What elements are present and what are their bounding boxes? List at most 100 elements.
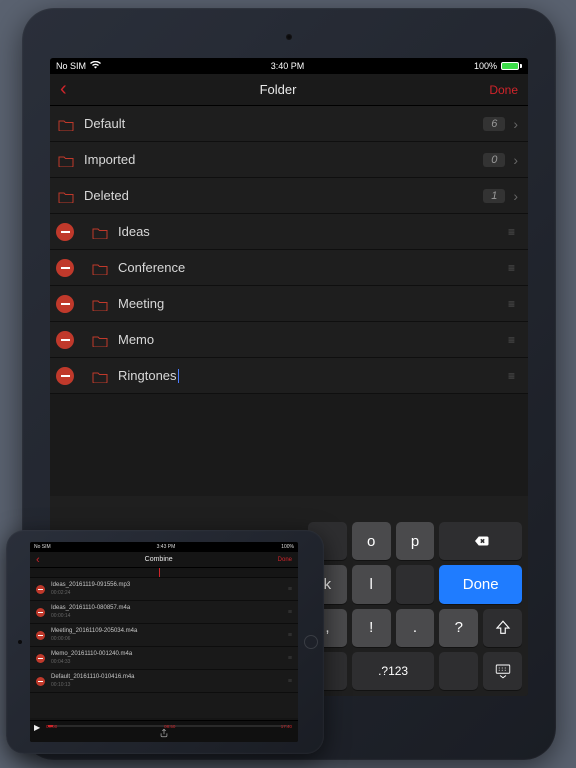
folder-row-imported[interactable]: Imported 0 › [50, 142, 528, 178]
play-button[interactable]: ▶︎ [34, 723, 40, 732]
drag-handle-icon[interactable]: ≡ [288, 609, 292, 616]
delete-button[interactable] [56, 223, 74, 241]
folder-icon [92, 334, 108, 346]
home-button[interactable] [304, 635, 318, 649]
player-bar: ▶︎ 00:00 08:50 17:40 [30, 720, 298, 742]
folder-row-ringtones[interactable]: Ringtones ≡ [50, 358, 528, 394]
file-name: Memo_20161110-001240.m4a [51, 651, 288, 658]
folder-row-conference[interactable]: Conference ≡ [50, 250, 528, 286]
folder-label[interactable]: Meeting [118, 296, 508, 311]
folder-row-meeting[interactable]: Meeting ≡ [50, 286, 528, 322]
folder-icon [92, 226, 108, 238]
done-button[interactable]: Done [489, 83, 518, 97]
folder-label: Imported [84, 152, 483, 167]
folder-row-deleted[interactable]: Deleted 1 › [50, 178, 528, 214]
key-l[interactable]: l [352, 565, 391, 603]
chevron-right-icon: › [513, 188, 518, 204]
key-blank[interactable] [439, 652, 478, 690]
file-name: Meeting_20161109-205034.m4a [51, 628, 288, 635]
folder-icon [92, 262, 108, 274]
folder-row-default[interactable]: Default 6 › [50, 106, 528, 142]
file-name: Ideas_20161110-080857.m4a [51, 605, 288, 612]
folder-label[interactable]: Conference [118, 260, 508, 275]
delete-button[interactable] [36, 608, 45, 617]
file-row[interactable]: Default_20161110-010416.m4a00:10:13 ≡ [30, 670, 298, 693]
folder-icon [58, 154, 74, 166]
folder-label[interactable]: Ideas [118, 224, 508, 239]
count-badge: 0 [483, 153, 505, 167]
key-exclaim[interactable]: ! [352, 609, 391, 647]
back-button[interactable]: ‹ [36, 554, 40, 566]
drag-handle-icon[interactable]: ≡ [508, 369, 514, 383]
file-duration: 00:04:33 [51, 659, 288, 665]
progress-bar[interactable]: 00:00 08:50 17:40 [48, 725, 290, 727]
delete-button[interactable] [36, 585, 45, 594]
key-numbers[interactable]: .?123 [352, 652, 435, 690]
chevron-right-icon: › [513, 116, 518, 132]
key-o[interactable]: o [352, 522, 391, 560]
nav-bar: ‹ Combine Done [30, 552, 298, 568]
drag-handle-icon[interactable]: ≡ [288, 655, 292, 662]
front-camera [18, 640, 22, 644]
ipad-landscape-frame: No SIM 3:43 PM 100% ‹ Combine Done Ideas… [6, 530, 324, 754]
file-duration: 00:10:13 [51, 682, 288, 688]
delete-button[interactable] [36, 654, 45, 663]
folder-label-editing[interactable]: Ringtones [118, 368, 508, 384]
folder-label: Default [84, 116, 483, 131]
drag-handle-icon[interactable]: ≡ [508, 261, 514, 275]
landscape-screen: No SIM 3:43 PM 100% ‹ Combine Done Ideas… [30, 542, 298, 742]
front-camera [286, 34, 292, 40]
drag-handle-icon[interactable]: ≡ [508, 297, 514, 311]
folder-row-ideas[interactable]: Ideas ≡ [50, 214, 528, 250]
done-button[interactable]: Done [278, 557, 292, 563]
file-duration: 00:02:24 [51, 590, 288, 596]
carrier-label: No SIM [34, 544, 51, 550]
back-button[interactable]: ‹ [60, 78, 67, 101]
delete-button[interactable] [56, 367, 74, 385]
timeline-ruler[interactable] [30, 568, 298, 578]
drag-handle-icon[interactable]: ≡ [288, 586, 292, 593]
count-badge: 1 [483, 189, 505, 203]
file-row[interactable]: Ideas_20161110-080857.m4a00:00:14 ≡ [30, 601, 298, 624]
drag-handle-icon[interactable]: ≡ [288, 632, 292, 639]
status-bar: No SIM 3:40 PM 100% [50, 58, 528, 74]
text-cursor [178, 369, 180, 383]
delete-button[interactable] [36, 631, 45, 640]
file-name: Ideas_20161119-091556.mp3 [51, 582, 288, 589]
key-backspace[interactable] [439, 522, 522, 560]
key-question[interactable]: ? [439, 609, 478, 647]
page-title: Folder [260, 82, 297, 97]
key-done[interactable]: Done [439, 565, 522, 603]
file-row[interactable]: Ideas_20161119-091556.mp300:02:24 ≡ [30, 578, 298, 601]
key-hide-keyboard[interactable] [483, 652, 522, 690]
file-row[interactable]: Memo_20161110-001240.m4a00:04:33 ≡ [30, 647, 298, 670]
delete-button[interactable] [56, 295, 74, 313]
carrier-label: No SIM [56, 61, 86, 71]
chevron-right-icon: › [513, 152, 518, 168]
drag-handle-icon[interactable]: ≡ [508, 333, 514, 347]
drag-handle-icon[interactable]: ≡ [508, 225, 514, 239]
folder-label[interactable]: Memo [118, 332, 508, 347]
count-badge: 6 [483, 117, 505, 131]
folder-icon [58, 118, 74, 130]
key-blank[interactable] [396, 565, 435, 603]
drag-handle-icon[interactable]: ≡ [288, 678, 292, 685]
file-row[interactable]: Meeting_20161109-205034.m4a00:00:06 ≡ [30, 624, 298, 647]
clock: 3:40 PM [271, 61, 305, 71]
file-list: Ideas_20161119-091556.mp300:02:24 ≡ Idea… [30, 578, 298, 718]
clock: 3:43 PM [157, 544, 176, 550]
delete-button[interactable] [36, 677, 45, 686]
folder-icon [92, 298, 108, 310]
key-p[interactable]: p [396, 522, 435, 560]
battery-percent: 100% [474, 61, 497, 71]
status-bar: No SIM 3:43 PM 100% [30, 542, 298, 552]
delete-button[interactable] [56, 259, 74, 277]
battery-icon [501, 62, 522, 70]
folder-row-memo[interactable]: Memo ≡ [50, 322, 528, 358]
nav-bar: ‹ Folder Done [50, 74, 528, 106]
key-shift[interactable] [483, 609, 522, 647]
key-period[interactable]: . [396, 609, 435, 647]
file-duration: 00:00:14 [51, 613, 288, 619]
share-button[interactable] [159, 728, 169, 740]
delete-button[interactable] [56, 331, 74, 349]
